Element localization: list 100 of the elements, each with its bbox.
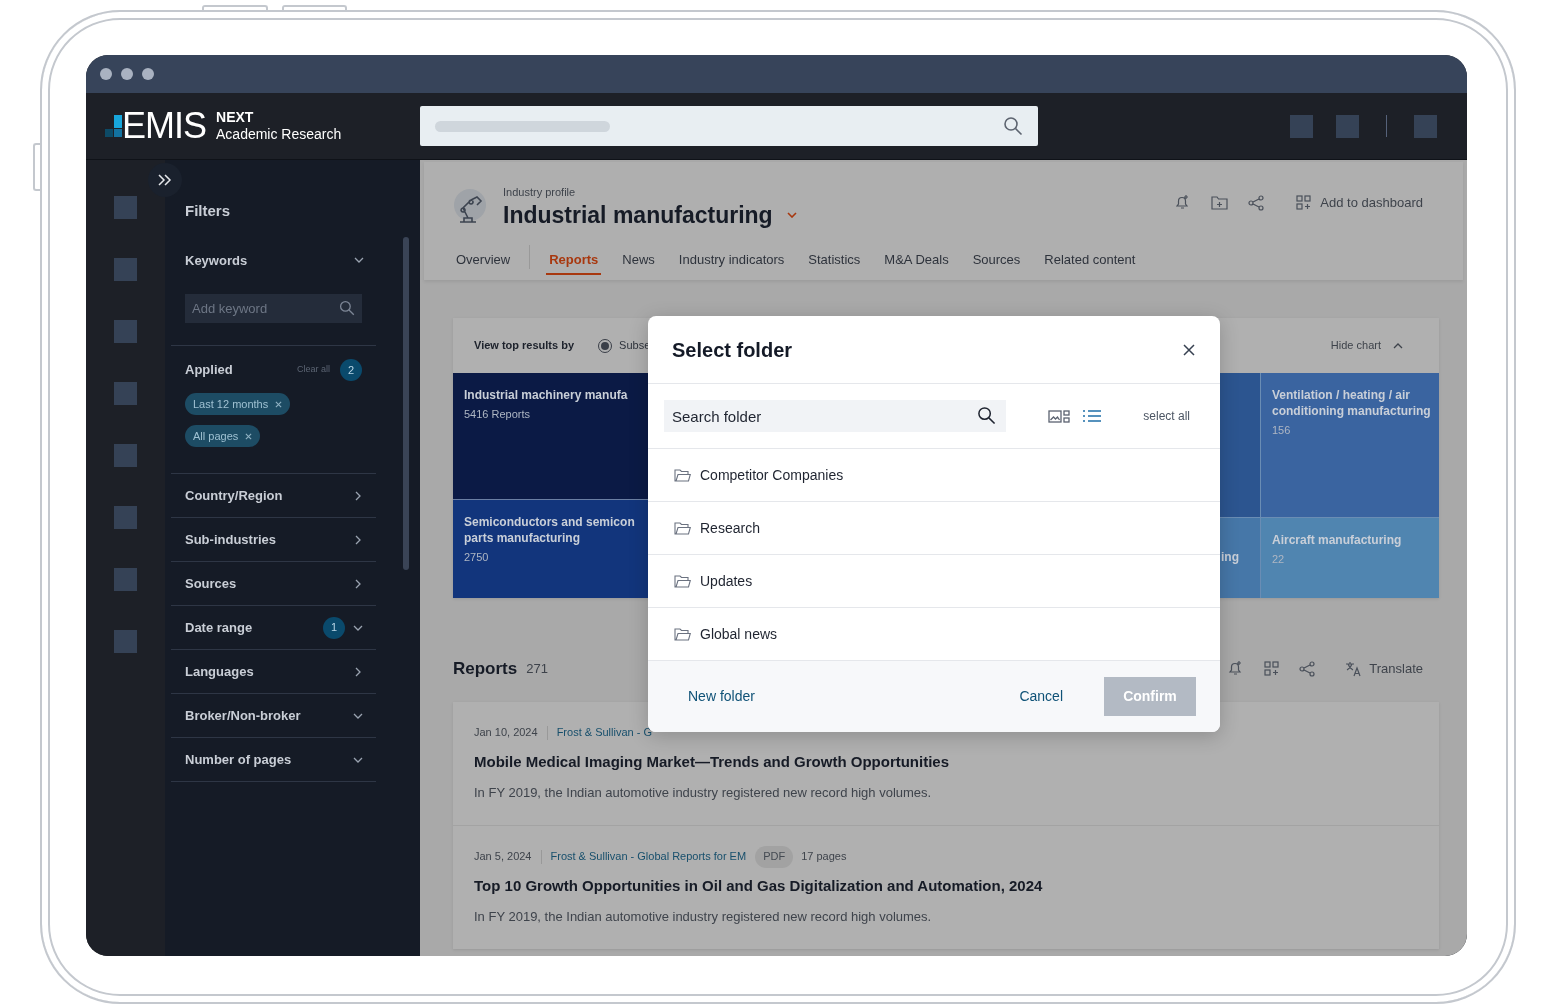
tab[interactable]: News (619, 245, 658, 276)
chevron-right-icon (355, 534, 361, 545)
expand-button[interactable] (148, 163, 182, 197)
caret-icon[interactable] (786, 211, 797, 218)
tile-value: 22 (1272, 552, 1286, 568)
treemap-tile[interactable] (1220, 373, 1260, 517)
rail-button[interactable] (114, 568, 137, 591)
filter-section[interactable]: Languages (171, 650, 376, 694)
close-icon (245, 432, 253, 440)
folder-icon (674, 574, 691, 588)
logo-mark-icon (105, 115, 122, 137)
add-to-dashboard-button[interactable]: Add to dashboard (1296, 192, 1423, 213)
translate-button[interactable]: Translate (1345, 659, 1423, 679)
hide-chart-button[interactable]: Hide chart (1330, 337, 1403, 354)
search-icon (339, 300, 355, 316)
filter-section[interactable]: Number of pages (171, 738, 376, 782)
count-badge: 1 (323, 616, 345, 639)
reports-title: Reports (453, 658, 518, 680)
tab[interactable]: Industry indicators (675, 245, 788, 276)
report-title[interactable]: Mobile Medical Imaging Market—Trends and Growth Opportunities (474, 750, 1439, 773)
new-folder-button[interactable]: New folder (688, 686, 755, 707)
list-view-icon (1082, 409, 1102, 423)
share-icon[interactable] (1248, 194, 1265, 211)
translate-icon (1345, 660, 1362, 677)
filter-chip[interactable]: All pages (185, 425, 261, 447)
tile-value: 156 (1272, 423, 1292, 439)
rail-button[interactable] (114, 258, 137, 281)
source-link[interactable]: Frost & Sullivan - Global Reports for EM (550, 848, 747, 865)
folder-item[interactable]: Research (648, 502, 1220, 555)
folder-plus-icon[interactable] (1211, 195, 1229, 211)
tab[interactable]: Related content (1041, 245, 1139, 276)
view-toggle[interactable] (1048, 408, 1070, 424)
product-name: Academic Research (216, 126, 342, 144)
tab[interactable]: M&A Deals (881, 245, 952, 276)
section-label: Applied (185, 361, 234, 380)
tier-label: NEXT (216, 108, 255, 126)
filter-section[interactable]: Date range 1 (171, 606, 376, 650)
close-icon (1182, 342, 1196, 357)
report-date: Jan 10, 2024 (474, 725, 538, 741)
close-icon (275, 400, 283, 408)
treemap-tile[interactable]: Ventilation / heating / air conditioning manufacturing 156 (1261, 373, 1439, 517)
filter-section[interactable]: Sub-industries (171, 518, 376, 562)
rail-button[interactable] (114, 196, 137, 219)
logo-wordmark: EMIS (122, 108, 206, 144)
tab[interactable]: Overview (453, 245, 514, 276)
filter-section[interactable]: Broker/Non-broker (171, 694, 376, 738)
filter-section[interactable]: Sources (171, 562, 376, 606)
report-date: Jan 5, 2024 (474, 849, 532, 865)
chevron-right-icon (355, 578, 361, 589)
tile-title: Ventilation / heating / air conditioning manufacturing (1272, 387, 1432, 420)
count-badge: 2 (340, 359, 362, 381)
header-button[interactable] (1336, 114, 1359, 138)
tab[interactable]: Sources (969, 245, 1024, 276)
header-button[interactable] (1414, 114, 1437, 138)
search-field[interactable]: Search folder (664, 400, 1006, 432)
chevron-down-icon (353, 756, 363, 763)
treemap-tile[interactable]: Industrial machinery manufa 5416 Reports (453, 373, 648, 499)
search-icon (1003, 116, 1023, 136)
rail-button[interactable] (114, 444, 137, 467)
filter-chip[interactable]: Last 12 months (185, 393, 291, 415)
page-count: 17 pages (801, 849, 847, 865)
search-bar[interactable] (420, 106, 1038, 146)
folder-icon (674, 468, 691, 482)
treemap-tile[interactable]: Semiconductors and semicon parts manufacturing 2750 (453, 499, 648, 598)
rail-button[interactable] (114, 630, 137, 653)
tile-title: Industrial machinery manufa (464, 387, 629, 404)
tab[interactable]: Statistics (805, 245, 864, 276)
report-summary: In FY 2019, the Indian automotive industry registered new record high volumes. (474, 908, 933, 926)
page-eyebrow: Industry profile (503, 185, 577, 200)
share-icon[interactable] (1299, 660, 1316, 677)
folder-icon (674, 521, 691, 535)
rail-button[interactable] (114, 506, 137, 529)
grid-plus-icon[interactable] (1264, 661, 1280, 677)
header-button[interactable] (1290, 114, 1313, 138)
tile-title: Aircraft manufacturing (1272, 532, 1403, 549)
chevron-down-icon (353, 624, 363, 631)
folder-item[interactable]: Competitor Companies (648, 449, 1220, 502)
search-icon (977, 406, 996, 425)
folder-item[interactable]: Updates (648, 555, 1220, 608)
tile-title: ing (1221, 549, 1240, 566)
tile-value: 2750 (464, 550, 490, 566)
report-title[interactable]: Top 10 Growth Opportunities in Oil and Gas Digitalization and Automation, 2024 (474, 874, 1439, 897)
chevron-right-icon (355, 490, 361, 501)
format-badge: PDF (755, 845, 794, 868)
chevron-down-icon (353, 712, 363, 719)
view-toggle[interactable] (1082, 409, 1102, 423)
tile-title: Semiconductors and semicon parts manufacturing (464, 514, 636, 547)
robot-arm-icon (453, 187, 487, 226)
rail-button[interactable] (114, 320, 137, 343)
select-all-link[interactable]: select all (1143, 407, 1190, 425)
section-label: Keywords (185, 251, 248, 270)
report-summary: In FY 2019, the Indian automotive industry registered new record high volumes. (474, 784, 933, 802)
filter-section[interactable]: Country/Region (171, 474, 376, 518)
cancel-button[interactable]: Cancel (1019, 686, 1063, 707)
chart-label: View top results by (474, 338, 575, 354)
source-link[interactable]: Frost & Sullivan - G (556, 724, 652, 741)
scrollbar[interactable] (403, 237, 409, 570)
rail-button[interactable] (114, 382, 137, 405)
keyword-field[interactable]: Add keyword (185, 294, 362, 323)
close-button[interactable] (1182, 342, 1196, 357)
